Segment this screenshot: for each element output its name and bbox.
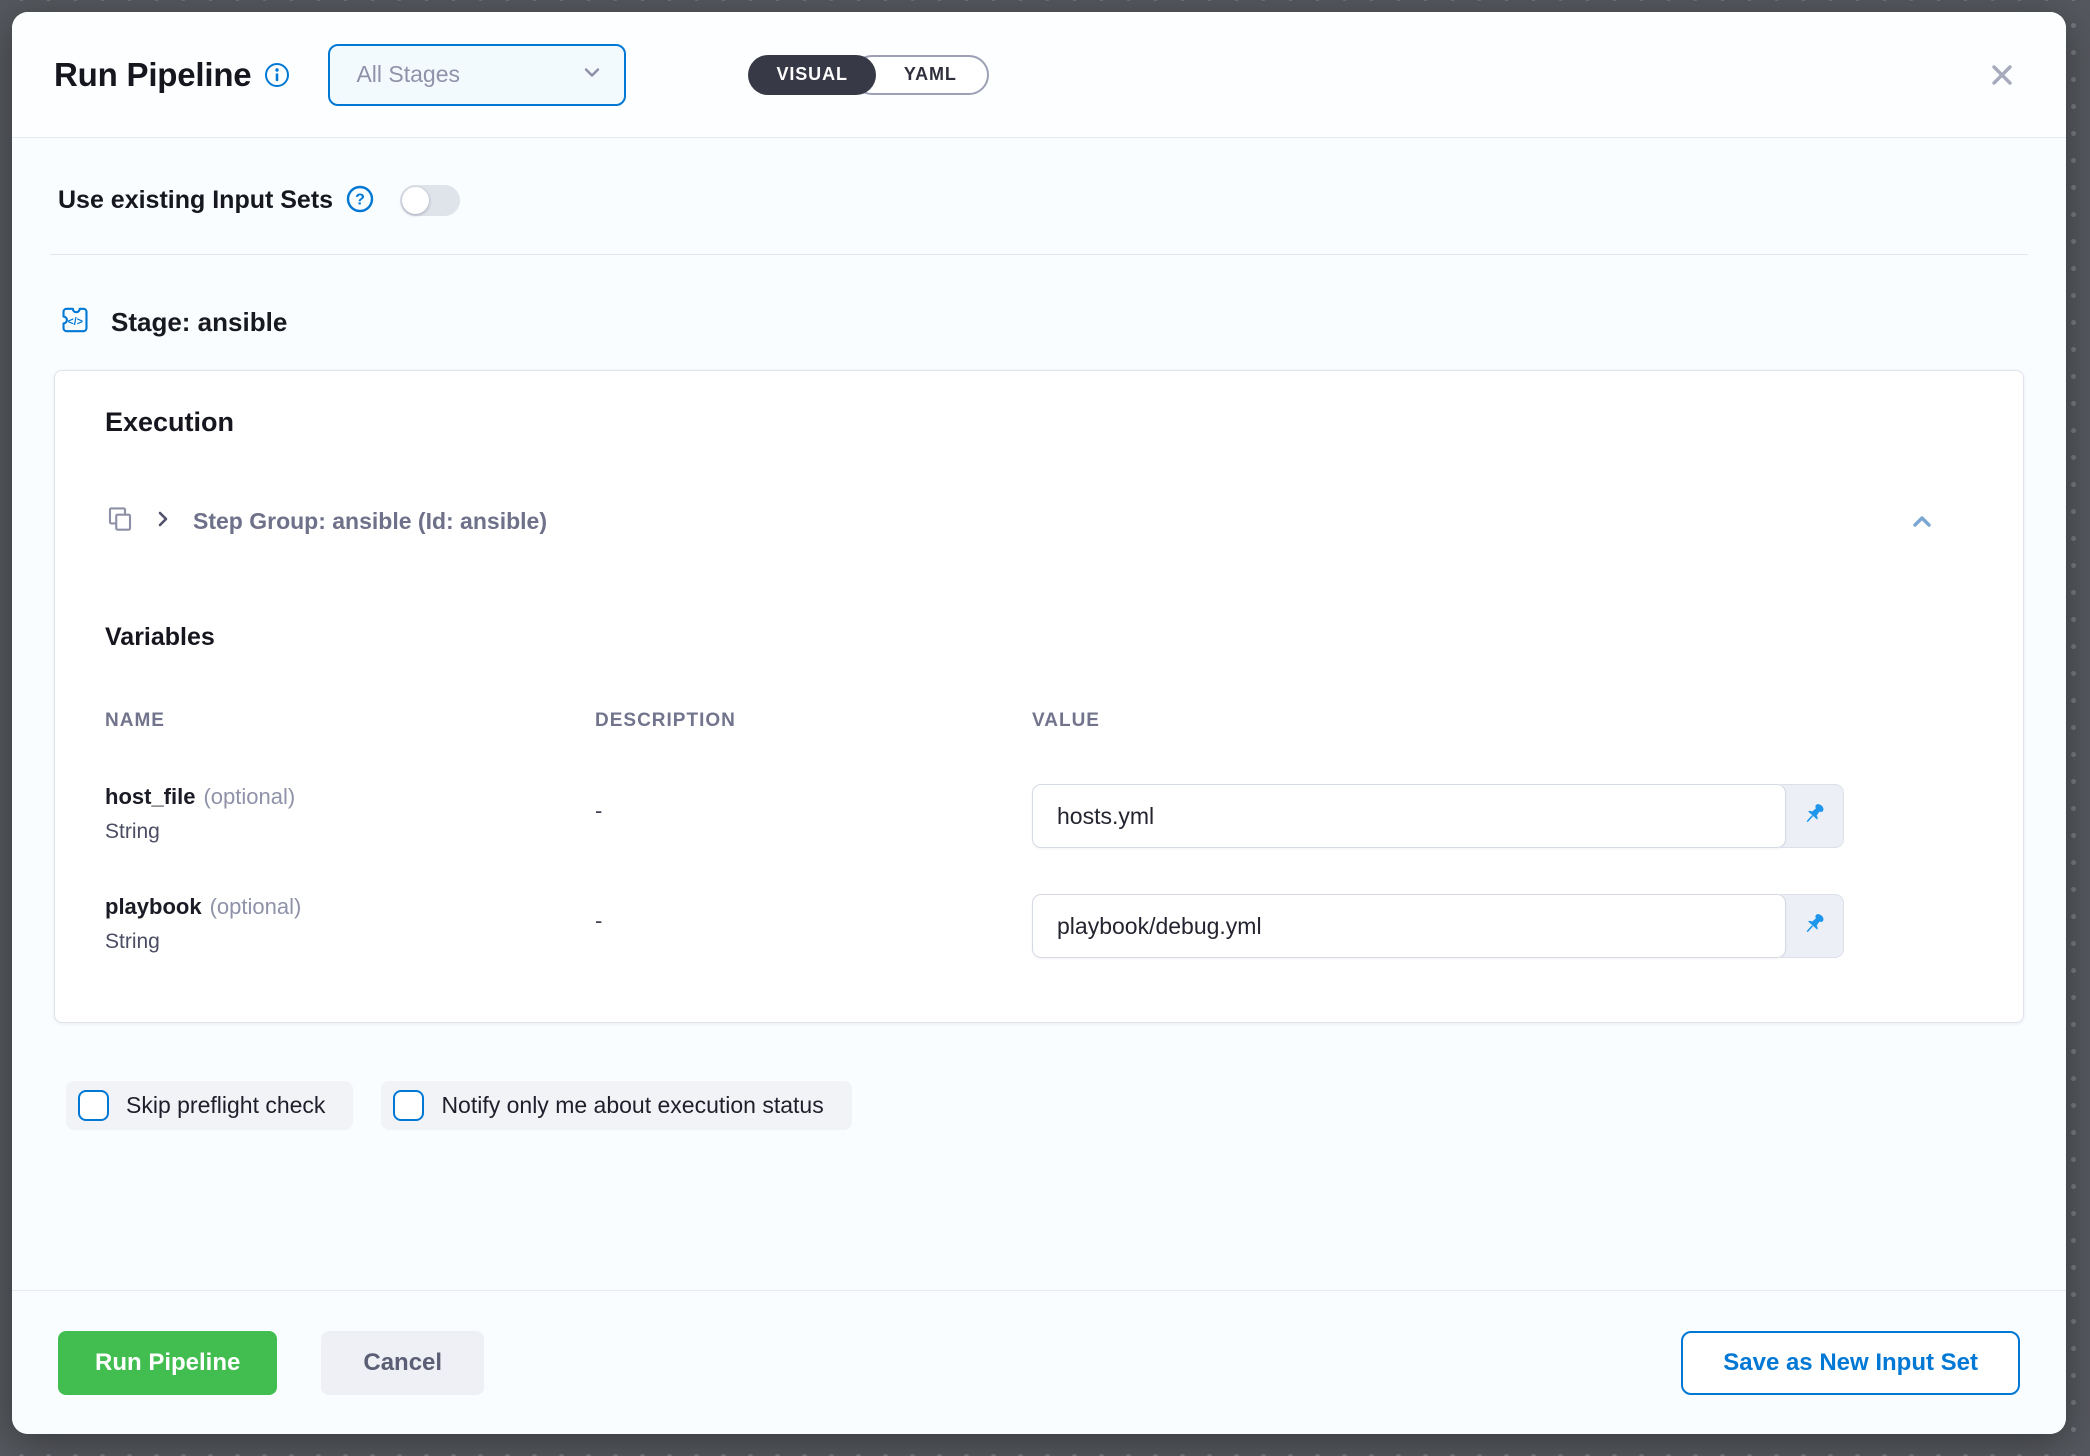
stage-label: Stage: ansible: [111, 307, 287, 338]
page-title: Run Pipeline: [54, 56, 251, 94]
host-file-input[interactable]: [1032, 784, 1786, 848]
variable-description: -: [595, 784, 1032, 824]
variables-table-header: NAME DESCRIPTION VALUE: [105, 710, 1973, 732]
notify-me-label: Notify only me about execution status: [441, 1092, 823, 1119]
variable-name: host_file: [105, 784, 195, 809]
svg-text:?: ?: [355, 192, 365, 209]
visual-yaml-toggle: VISUAL YAML: [748, 55, 988, 95]
variables-title: Variables: [105, 623, 1973, 652]
pin-icon: [1801, 910, 1828, 942]
execution-title: Execution: [105, 407, 1973, 438]
notify-me-checkbox[interactable]: [393, 1090, 424, 1121]
save-as-new-input-set-button[interactable]: Save as New Input Set: [1681, 1331, 2020, 1395]
tab-visual[interactable]: VISUAL: [748, 55, 875, 95]
variables-table: NAME DESCRIPTION VALUE host_file (optiona…: [105, 710, 1973, 958]
variable-value-group: [1032, 894, 1844, 958]
run-pipeline-dialog: Run Pipeline All Stages VISUAL YAML Use …: [12, 12, 2066, 1434]
cancel-button[interactable]: Cancel: [321, 1331, 484, 1395]
stage-select-dropdown[interactable]: All Stages: [328, 44, 626, 106]
column-header-name: NAME: [105, 710, 595, 732]
help-icon[interactable]: ?: [346, 185, 374, 218]
close-icon[interactable]: [1982, 55, 2022, 95]
dialog-footer: Run Pipeline Cancel Save as New Input Se…: [12, 1290, 2066, 1434]
custom-stage-icon: </>: [58, 303, 92, 342]
playbook-input[interactable]: [1032, 894, 1786, 958]
execution-card: Execution Step Group: ansible (Id: ansib…: [54, 370, 2024, 1023]
use-existing-input-sets-row: Use existing Input Sets ?: [12, 138, 2066, 218]
execution-options: Skip preflight check Notify only me abou…: [66, 1081, 2066, 1130]
step-group-label: Step Group: ansible (Id: ansible): [193, 508, 547, 535]
variable-type: String: [105, 820, 595, 844]
info-icon[interactable]: [264, 62, 290, 93]
variable-name: playbook: [105, 894, 202, 919]
variable-description: -: [595, 894, 1032, 934]
use-existing-input-sets-label: Use existing Input Sets: [58, 186, 333, 215]
use-existing-input-sets-toggle[interactable]: [400, 185, 460, 216]
skip-preflight-option[interactable]: Skip preflight check: [66, 1081, 353, 1130]
variable-optional-tag: (optional): [210, 894, 302, 919]
variable-type: String: [105, 930, 595, 954]
chevron-right-icon[interactable]: [153, 509, 173, 534]
dialog-header: Run Pipeline All Stages VISUAL YAML: [12, 12, 2066, 138]
table-row: playbook (optional) String -: [105, 894, 1973, 958]
svg-text:</>: </>: [68, 316, 83, 328]
step-group-icon: [105, 504, 135, 539]
chevron-down-icon: [580, 60, 604, 90]
chevron-up-icon[interactable]: [1907, 507, 1937, 537]
toggle-knob: [402, 187, 429, 214]
stage-row: </> Stage: ansible: [12, 255, 2066, 342]
table-row: host_file (optional) String -: [105, 784, 1973, 848]
variable-name-cell: playbook (optional) String: [105, 894, 595, 954]
notify-me-option[interactable]: Notify only me about execution status: [381, 1081, 851, 1130]
skip-preflight-checkbox[interactable]: [78, 1090, 109, 1121]
dialog-body: Use existing Input Sets ? </> Stage: ans…: [12, 138, 2066, 1434]
pin-icon: [1801, 800, 1828, 832]
skip-preflight-label: Skip preflight check: [126, 1092, 325, 1119]
step-group-row[interactable]: Step Group: ansible (Id: ansible): [105, 504, 1973, 539]
variable-value-group: [1032, 784, 1844, 848]
variable-name-cell: host_file (optional) String: [105, 784, 595, 844]
stage-select-value: All Stages: [356, 61, 460, 88]
run-pipeline-button[interactable]: Run Pipeline: [58, 1331, 277, 1395]
column-header-value: VALUE: [1032, 710, 1973, 732]
variable-optional-tag: (optional): [203, 784, 295, 809]
column-header-description: DESCRIPTION: [595, 710, 1032, 732]
